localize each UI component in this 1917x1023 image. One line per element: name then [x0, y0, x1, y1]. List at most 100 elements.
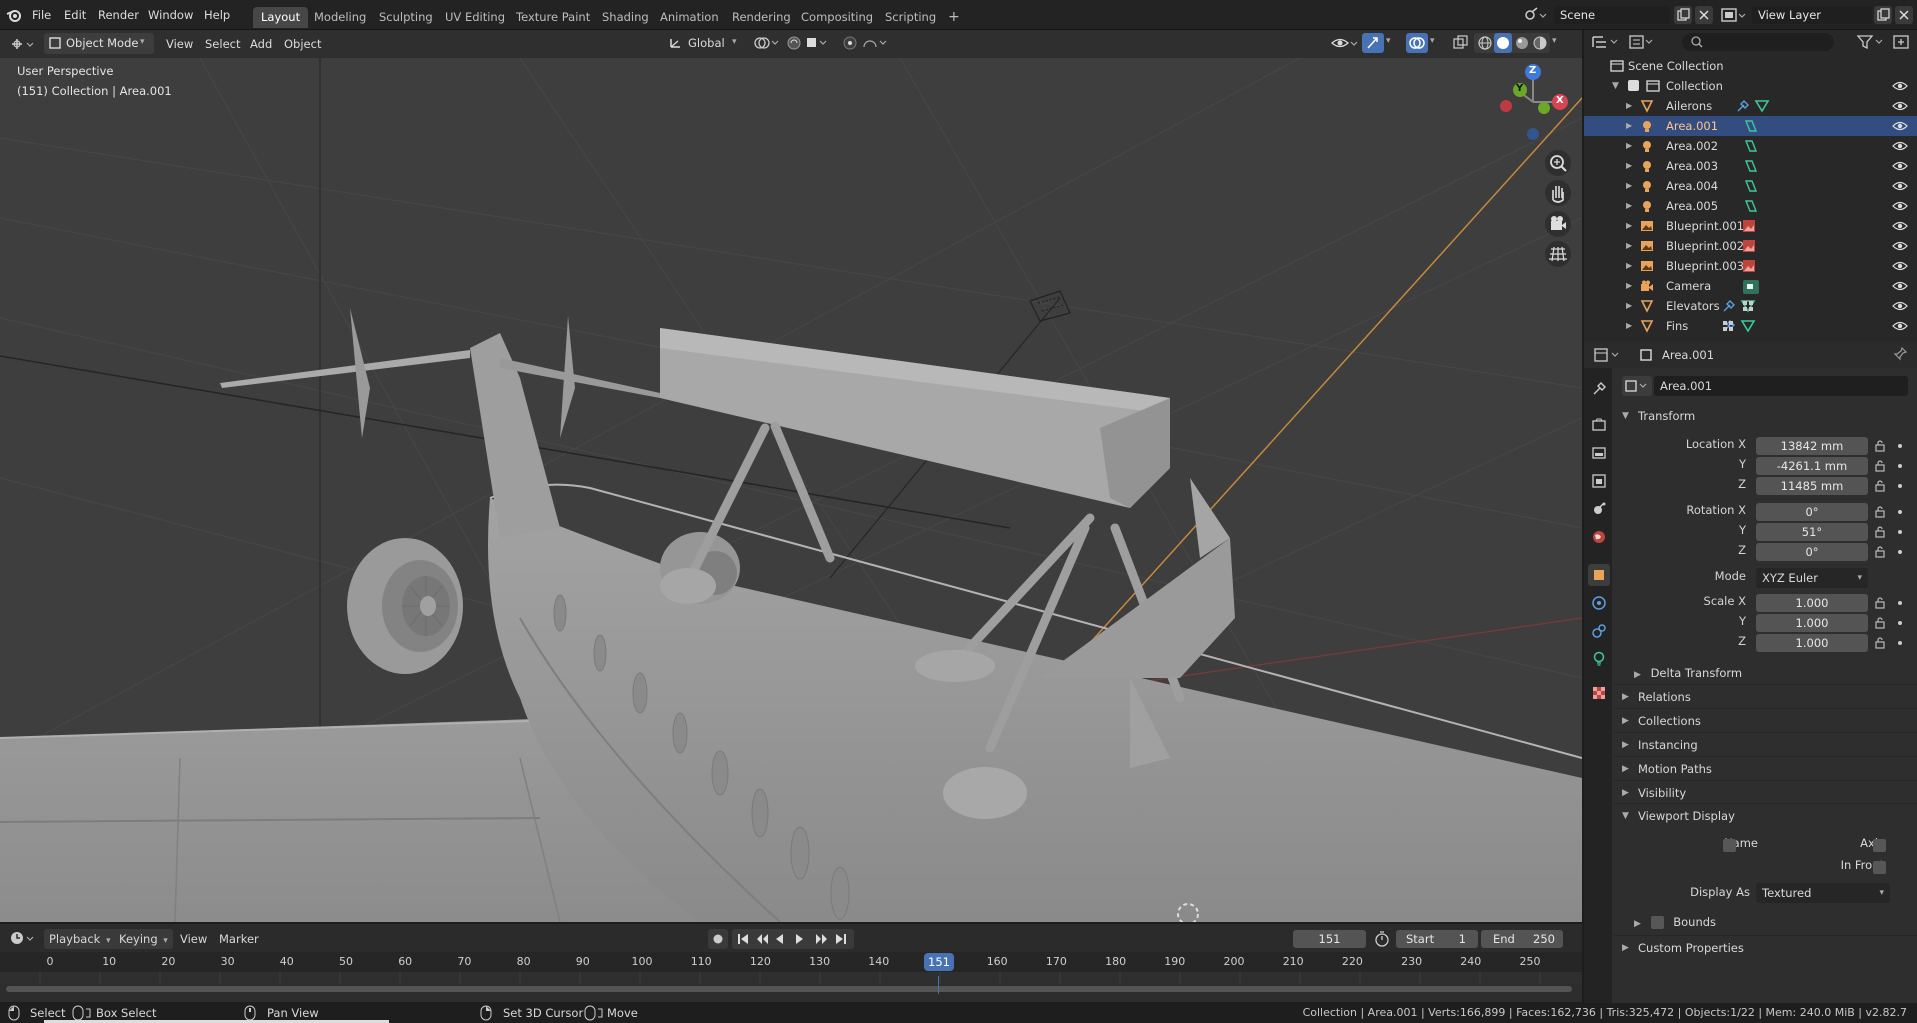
- snap-icon[interactable]: [786, 35, 830, 51]
- section-visibility[interactable]: ▶ Visibility: [1614, 780, 1917, 804]
- checkbox-icon[interactable]: [1628, 80, 1639, 91]
- output-tab-icon[interactable]: [1590, 444, 1608, 462]
- marker-menu[interactable]: Marker: [217, 929, 261, 949]
- record-button[interactable]: [708, 929, 728, 949]
- expand-arrow-icon[interactable]: ▶: [1626, 96, 1632, 116]
- outliner-row-camera[interactable]: ▶ Camera: [1584, 276, 1917, 296]
- outliner-row-scene-collection[interactable]: Scene Collection: [1584, 56, 1917, 76]
- expand-arrow-icon[interactable]: ▶: [1626, 236, 1632, 256]
- menu-help[interactable]: Help: [204, 6, 230, 24]
- outliner-search-input[interactable]: [1682, 33, 1834, 51]
- pivot-point-icon[interactable]: [752, 35, 782, 51]
- keyframe-dot-icon[interactable]: [1898, 550, 1902, 554]
- timeline-scrollbar[interactable]: [6, 986, 1572, 992]
- 3d-viewport[interactable]: User Perspective (151) Collection | Area…: [0, 58, 1582, 922]
- scale-x-field[interactable]: 1.000: [1756, 594, 1868, 612]
- expand-arrow-icon[interactable]: ▶: [1626, 296, 1632, 316]
- lock-icon[interactable]: [1873, 636, 1887, 650]
- zoom-icon[interactable]: [1545, 150, 1571, 176]
- editor-type-icon[interactable]: [8, 34, 38, 54]
- outliner-row-area-005[interactable]: ▶ Area.005: [1584, 196, 1917, 216]
- gizmo-toggle-icon[interactable]: [1362, 33, 1384, 53]
- location-x-field[interactable]: 13842 mm: [1756, 437, 1868, 455]
- eye-icon[interactable]: [1892, 139, 1908, 153]
- scene-tab-icon[interactable]: [1590, 500, 1608, 518]
- lock-icon[interactable]: [1873, 525, 1887, 539]
- transform-section-header[interactable]: ▼ Transform: [1614, 404, 1917, 428]
- navigation-gizmo[interactable]: Z X Y: [1492, 62, 1574, 146]
- rotation-y-field[interactable]: 51°: [1756, 523, 1868, 541]
- section-relations[interactable]: ▶ Relations: [1614, 684, 1917, 708]
- menu-view[interactable]: View: [160, 34, 199, 54]
- delta-transform-subpanel[interactable]: ▶ Delta Transform: [1634, 664, 1742, 682]
- tab-animation[interactable]: Animation: [652, 7, 727, 28]
- timeline-view-menu[interactable]: View: [178, 929, 209, 949]
- overlays-options-chevron-icon[interactable]: ▾: [1430, 36, 1435, 46]
- vd-display-as-dropdown[interactable]: Textured ▾: [1756, 883, 1890, 903]
- outliner-row-area-002[interactable]: ▶ Area.002: [1584, 136, 1917, 156]
- custom-properties-section-header[interactable]: ▶ Custom Properties: [1614, 935, 1917, 959]
- outliner-editor-type-icon[interactable]: [1590, 33, 1622, 51]
- location-y-field[interactable]: -4261.1 mm: [1756, 457, 1868, 475]
- keyframe-dot-icon[interactable]: [1898, 601, 1902, 605]
- eye-icon[interactable]: [1892, 239, 1908, 253]
- menu-select[interactable]: Select: [199, 34, 246, 54]
- keyframe-dot-icon[interactable]: [1898, 444, 1902, 448]
- outliner-row-elevators[interactable]: ▶ Elevators: [1584, 296, 1917, 316]
- expand-arrow-icon[interactable]: ▶: [1626, 196, 1632, 216]
- menu-edit[interactable]: Edit: [64, 6, 86, 24]
- eye-icon[interactable]: [1892, 179, 1908, 193]
- outliner-row-blueprint-001[interactable]: ▶ Blueprint.001: [1584, 216, 1917, 236]
- menu-file[interactable]: File: [32, 6, 51, 24]
- delete-scene-icon[interactable]: [1695, 6, 1713, 24]
- eye-icon[interactable]: [1892, 219, 1908, 233]
- jump-to-start-button[interactable]: [734, 929, 754, 949]
- keyframe-dot-icon[interactable]: [1898, 621, 1902, 625]
- texture-tab-icon[interactable]: [1590, 684, 1608, 702]
- display-mode-icon[interactable]: [1628, 33, 1656, 51]
- menu-render[interactable]: Render: [98, 6, 139, 24]
- scale-z-field[interactable]: 1.000: [1756, 634, 1868, 652]
- lock-icon[interactable]: [1873, 459, 1887, 473]
- expand-arrow-icon[interactable]: ▶: [1626, 176, 1632, 196]
- visibility-filter-icon[interactable]: [1330, 34, 1360, 52]
- wireframe-shading-icon[interactable]: [1477, 35, 1493, 51]
- outliner-row-ailerons[interactable]: ▶ Ailerons: [1584, 96, 1917, 116]
- expand-arrow-icon[interactable]: ▶: [1626, 276, 1632, 296]
- outliner-row-area-004[interactable]: ▶ Area.004: [1584, 176, 1917, 196]
- image-data-icon[interactable]: [1742, 219, 1758, 233]
- pin-icon[interactable]: [1892, 346, 1908, 362]
- outliner-row-blueprint-003[interactable]: ▶ Blueprint.003: [1584, 256, 1917, 276]
- physics-tab-icon[interactable]: [1590, 594, 1608, 612]
- play-reverse-button[interactable]: [774, 929, 794, 949]
- light-data-icon[interactable]: [1742, 119, 1762, 133]
- modifier-icon[interactable]: [1722, 319, 1734, 333]
- tool-tab-icon[interactable]: [1590, 380, 1608, 398]
- end-frame-field[interactable]: End 250: [1481, 930, 1563, 948]
- pan-hand-icon[interactable]: [1545, 180, 1571, 206]
- keying-menu[interactable]: Keying ▾: [114, 929, 173, 949]
- collapse-arrow-icon[interactable]: ▼: [1612, 76, 1619, 96]
- rendered-shading-icon[interactable]: [1532, 35, 1548, 51]
- transform-orientation-dropdown[interactable]: Global ▾: [666, 33, 744, 54]
- object-name-field[interactable]: Area.001: [1654, 376, 1908, 396]
- xray-toggle-icon[interactable]: [1452, 34, 1470, 52]
- solid-shading-icon[interactable]: [1494, 33, 1512, 53]
- bounds-subpanel[interactable]: ▶ Bounds: [1634, 913, 1716, 931]
- timeline-editor-type-icon[interactable]: [8, 928, 38, 948]
- expand-arrow-icon[interactable]: ▶: [1626, 216, 1632, 236]
- jump-to-end-button[interactable]: [834, 929, 854, 949]
- stopwatch-icon[interactable]: [1374, 930, 1390, 948]
- light-data-icon[interactable]: [1742, 159, 1762, 173]
- shading-options-chevron-icon[interactable]: ▾: [1552, 36, 1557, 46]
- expand-arrow-icon[interactable]: ▶: [1626, 116, 1632, 136]
- keyframe-dot-icon[interactable]: [1898, 484, 1902, 488]
- eye-icon[interactable]: [1892, 99, 1908, 113]
- lock-icon[interactable]: [1873, 616, 1887, 630]
- expand-arrow-icon[interactable]: ▶: [1626, 156, 1632, 176]
- orthographic-toggle-icon[interactable]: [1545, 241, 1571, 267]
- play-button[interactable]: [794, 929, 814, 949]
- menu-add[interactable]: Add: [244, 34, 278, 54]
- outliner-row-fins[interactable]: ▶ Fins: [1584, 316, 1917, 336]
- view-layer-tab-icon[interactable]: [1590, 472, 1608, 490]
